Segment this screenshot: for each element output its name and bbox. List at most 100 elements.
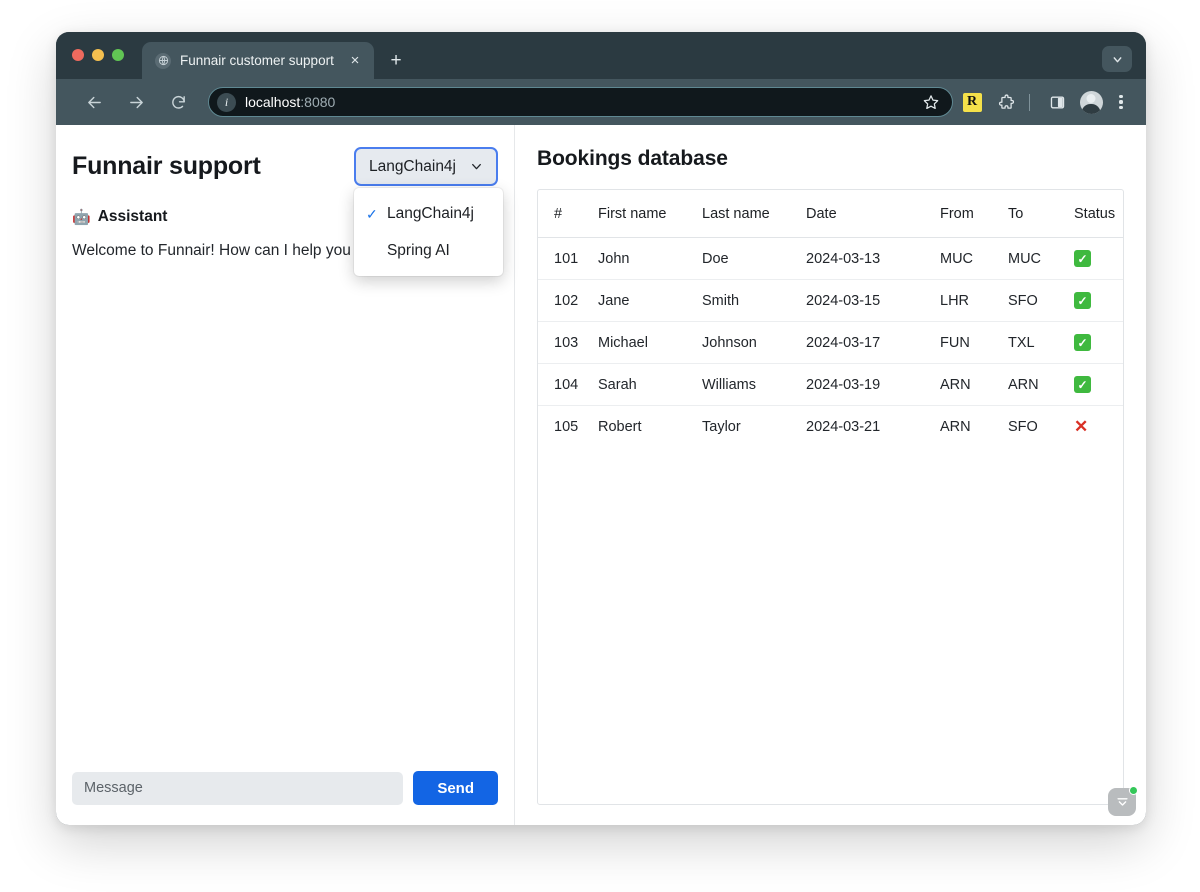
- cell-last: Johnson: [696, 321, 800, 364]
- browser-tab[interactable]: Funnair customer support ×: [142, 42, 374, 79]
- url-port: :8080: [300, 94, 336, 110]
- toolbar-divider: [1029, 93, 1030, 111]
- side-panel-icon[interactable]: [1042, 87, 1072, 117]
- reload-icon[interactable]: [162, 86, 194, 118]
- chat-messages: 🤖 Assistant Welcome to Funnair! How can …: [72, 208, 498, 757]
- cell-status: ✓: [1068, 321, 1123, 364]
- browser-toolbar: i localhost:8080 R: [56, 79, 1146, 125]
- minimize-window-button[interactable]: [92, 48, 104, 61]
- cell-to: TXL: [1002, 321, 1068, 364]
- model-option-label: LangChain4j: [386, 204, 474, 222]
- cell-last: Williams: [696, 363, 800, 406]
- page-title: Funnair support: [72, 152, 261, 180]
- cell-last: Smith: [696, 279, 800, 322]
- chat-composer: Send: [72, 771, 498, 805]
- three-dots-icon[interactable]: [1108, 89, 1134, 115]
- tab-strip: Funnair customer support × +: [56, 32, 1146, 79]
- cell-date: 2024-03-13: [800, 237, 934, 280]
- column-header-last: Last name: [696, 190, 800, 238]
- cell-last: Taylor: [702, 419, 741, 435]
- cell-status: ✕: [1068, 406, 1123, 449]
- puzzle-piece-icon[interactable]: [991, 87, 1021, 117]
- cell-to: ARN: [1002, 363, 1068, 406]
- send-button[interactable]: Send: [413, 771, 498, 805]
- table-row: 102 Jane Smith 2024-03-15 LHR SFO ✓: [538, 279, 1123, 322]
- cell-first: Sarah: [592, 363, 696, 406]
- cell-status: ✓: [1068, 279, 1123, 322]
- column-header-id: #: [538, 190, 592, 238]
- chevron-down-icon: [470, 160, 483, 173]
- bookings-panel: Bookings database # First name Last name…: [515, 125, 1146, 825]
- model-dropdown-menu: ✓ LangChain4j Spring AI: [353, 188, 503, 276]
- status-badge: [1129, 786, 1138, 795]
- table-body: 101 John Doe 2024-03-13 MUC MUC ✓ 102 Jane Smith 2…: [538, 237, 1123, 449]
- model-select-button[interactable]: LangChain4j: [353, 147, 498, 186]
- address-bar[interactable]: i localhost:8080: [208, 87, 953, 117]
- arrow-left-icon[interactable]: [78, 86, 110, 118]
- cell-from: MUC: [934, 237, 1002, 280]
- table-row: 105 Robert Taylor 2024-03-21 ARN SFO ✕: [538, 406, 1123, 449]
- message-input[interactable]: [72, 771, 404, 805]
- cell-date: 2024-03-17: [800, 321, 934, 364]
- model-selector: LangChain4j ✓ LangChain4j Spring AI: [353, 147, 503, 276]
- cell-id: 101: [538, 237, 592, 280]
- cell-id: 105: [554, 419, 579, 435]
- cell-from: LHR: [934, 279, 1002, 322]
- new-tab-button[interactable]: +: [382, 46, 410, 74]
- cell-from: ARN: [934, 363, 1002, 406]
- message-author: Assistant: [97, 208, 168, 225]
- cell-to: MUC: [1002, 237, 1068, 280]
- column-header-status: Status: [1068, 190, 1123, 238]
- arrow-right-icon[interactable]: [120, 86, 152, 118]
- maximize-window-button[interactable]: [112, 48, 124, 61]
- model-option-label: Spring AI: [386, 241, 450, 259]
- table-header: # First name Last name Date From To Stat…: [538, 190, 1123, 238]
- table-row: 101 John Doe 2024-03-13 MUC MUC ✓: [538, 237, 1123, 280]
- tab-title: Funnair customer support: [180, 53, 334, 68]
- chat-panel: Funnair support LangChain4j ✓ LangChain4…: [56, 125, 515, 825]
- table-row: 103 Michael Johnson 2024-03-17 FUN TXL ✓: [538, 321, 1123, 364]
- column-header-to: To: [1002, 190, 1068, 238]
- close-window-button[interactable]: [72, 48, 84, 61]
- page-viewport: Funnair support LangChain4j ✓ LangChain4…: [56, 125, 1146, 825]
- model-select-value: LangChain4j: [368, 157, 456, 175]
- cell-from: FUN: [934, 321, 1002, 364]
- cell-status: ✓: [1068, 363, 1123, 406]
- robot-icon: 🤖: [72, 208, 91, 226]
- bookings-table-card: # First name Last name Date From To Stat…: [537, 189, 1124, 805]
- cell-date: 2024-03-15: [800, 279, 934, 322]
- cell-to: SFO: [1002, 279, 1068, 322]
- table-header-row: # First name Last name Date From To Stat…: [538, 190, 1123, 238]
- column-header-from: From: [934, 190, 1002, 238]
- cell-from: ARN: [940, 419, 971, 435]
- url-text: localhost:8080: [245, 94, 911, 110]
- globe-icon: [155, 52, 171, 69]
- info-icon[interactable]: i: [217, 92, 236, 112]
- cell-id: 102: [538, 279, 592, 322]
- cell-id: 103: [538, 321, 592, 364]
- status-confirmed-icon: ✓: [1074, 334, 1091, 351]
- cell-first: Michael: [592, 321, 696, 364]
- chevron-down-badge-icon[interactable]: [1108, 786, 1138, 816]
- status-cancelled-icon: ✕: [1074, 417, 1089, 436]
- bookings-title: Bookings database: [537, 147, 728, 170]
- cell-id: 104: [538, 363, 592, 406]
- status-confirmed-icon: ✓: [1074, 376, 1091, 393]
- close-icon[interactable]: ×: [345, 51, 365, 71]
- cell-first: John: [592, 237, 696, 280]
- status-confirmed-icon: ✓: [1074, 292, 1091, 309]
- cell-first: Jane: [592, 279, 696, 322]
- star-icon[interactable]: [920, 91, 942, 113]
- cell-last: Doe: [696, 237, 800, 280]
- url-host: localhost: [245, 94, 301, 110]
- avatar[interactable]: [1076, 87, 1106, 117]
- chat-header: Funnair support LangChain4j ✓ LangChain4…: [72, 147, 503, 276]
- model-option-spring-ai[interactable]: Spring AI: [354, 232, 503, 269]
- column-header-date: Date: [800, 190, 934, 238]
- chevron-down-icon[interactable]: [1102, 46, 1132, 72]
- model-option-langchain4j[interactable]: ✓ LangChain4j: [354, 195, 503, 232]
- cell-first: Robert: [598, 419, 642, 435]
- extension-r-icon[interactable]: R: [957, 87, 987, 117]
- column-header-first: First name: [592, 190, 696, 238]
- bookings-table: # First name Last name Date From To Stat…: [538, 190, 1123, 449]
